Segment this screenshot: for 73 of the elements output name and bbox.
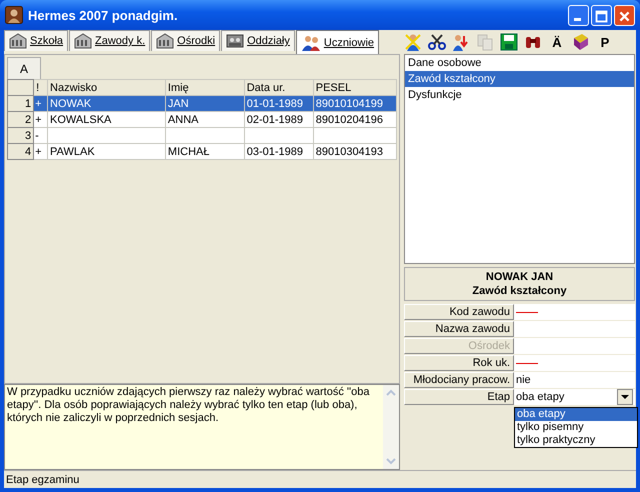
row-flag: +	[34, 144, 48, 160]
dropdown-option[interactable]: oba etapy	[515, 408, 637, 421]
table-cell: KOWALSKA	[48, 112, 166, 128]
tab[interactable]: Ośrodki	[151, 30, 220, 51]
field-label-button[interactable]: Etap	[404, 389, 514, 405]
student-name: NOWAK JAN	[486, 270, 554, 284]
section-title: Zawód kształcony	[472, 284, 567, 298]
minimize-button[interactable]	[568, 4, 589, 26]
table-cell: 89010204196	[313, 112, 396, 128]
status-text: Etap egzaminu	[6, 474, 80, 486]
table-cell: 03-01-1989	[244, 144, 314, 160]
close-button[interactable]	[614, 4, 635, 26]
building-icon	[74, 33, 92, 49]
table-cell: 01-01-1989	[244, 96, 314, 112]
sheet-tab[interactable]: A	[7, 57, 41, 79]
save-icon	[500, 33, 518, 51]
window-title: Hermes 2007 ponadgim.	[28, 8, 179, 22]
person-cross-icon	[404, 33, 422, 51]
tab[interactable]: Szkoła	[4, 30, 68, 51]
value-field[interactable]	[514, 321, 635, 337]
row-number[interactable]: 2	[8, 112, 34, 128]
building-icon	[9, 33, 27, 49]
people-icon	[300, 34, 321, 50]
value-field[interactable]	[514, 338, 635, 354]
empty-dash	[516, 362, 538, 364]
tab[interactable]: Oddziały	[221, 30, 295, 51]
toolbar-button[interactable]: Ä	[546, 31, 568, 53]
scissors-icon	[428, 33, 446, 51]
person-arrow-icon	[452, 33, 470, 51]
row-flag: +	[34, 112, 48, 128]
section-item[interactable]: Dysfunkcje	[405, 87, 634, 103]
field-label-button[interactable]: Młodociany pracow.	[404, 372, 514, 388]
table-cell: 89010304193	[313, 144, 396, 160]
table-cell: JAN	[165, 96, 244, 112]
help-text: W przypadku uczniów zdających pierwszy raz należy wybrać wartość ''oba etapy''. Dla osób poprawiających należy wybrać tylko ten etap (lub oba), których nie zaliczyli w poprzednich sesjach.	[6, 385, 370, 426]
section-item[interactable]: Zawód kształcony	[405, 71, 634, 87]
toolbar-button[interactable]: P	[594, 31, 616, 53]
column-header[interactable]: !	[34, 80, 48, 96]
app-icon	[5, 6, 23, 24]
column-header[interactable]: PESEL	[313, 80, 396, 96]
section-item[interactable]: Dane osobowe	[405, 55, 634, 71]
minimize-icon	[574, 18, 581, 20]
column-header[interactable]: Data ur.	[244, 80, 314, 96]
dropdown-option[interactable]: tylko praktyczny	[515, 434, 637, 447]
table-cell: PAWLAK	[48, 144, 166, 160]
table-cell: ANNA	[165, 112, 244, 128]
stage-dropdown[interactable]: oba etapy	[514, 389, 635, 405]
value-field[interactable]	[514, 304, 635, 320]
row-number[interactable]: 3	[8, 128, 34, 144]
table-cell: MICHAŁ	[165, 144, 244, 160]
table-cell: 89010104199	[313, 96, 396, 112]
column-header[interactable]: Imię	[165, 80, 244, 96]
field-label-button[interactable]: Kod zawodu	[404, 304, 514, 320]
field-label-button[interactable]: Rok uk.	[404, 355, 514, 371]
caret-icon	[617, 389, 633, 405]
row-flag: -	[34, 128, 48, 144]
tab[interactable]: Uczniowie	[296, 30, 380, 54]
scrollbar[interactable]	[383, 385, 399, 469]
row-number[interactable]: 1	[8, 96, 34, 112]
tab[interactable]: Zawody k.	[69, 30, 150, 51]
maximize-button[interactable]	[591, 4, 612, 26]
table-cell: NOWAK	[48, 96, 166, 112]
value-field[interactable]: nie	[514, 372, 635, 388]
row-number[interactable]: 4	[8, 144, 34, 160]
table-cell: 02-01-1989	[244, 112, 314, 128]
disk-button[interactable]	[498, 31, 520, 53]
dropdown-option[interactable]: tylko pisemny	[515, 421, 637, 434]
table-cell	[244, 128, 314, 144]
column-header[interactable]: Nazwisko	[48, 80, 166, 96]
copy-icon	[476, 33, 494, 51]
value-field[interactable]	[514, 355, 635, 371]
field-label-button[interactable]: Nazwa zawodu	[404, 321, 514, 337]
building-icon	[156, 33, 174, 49]
